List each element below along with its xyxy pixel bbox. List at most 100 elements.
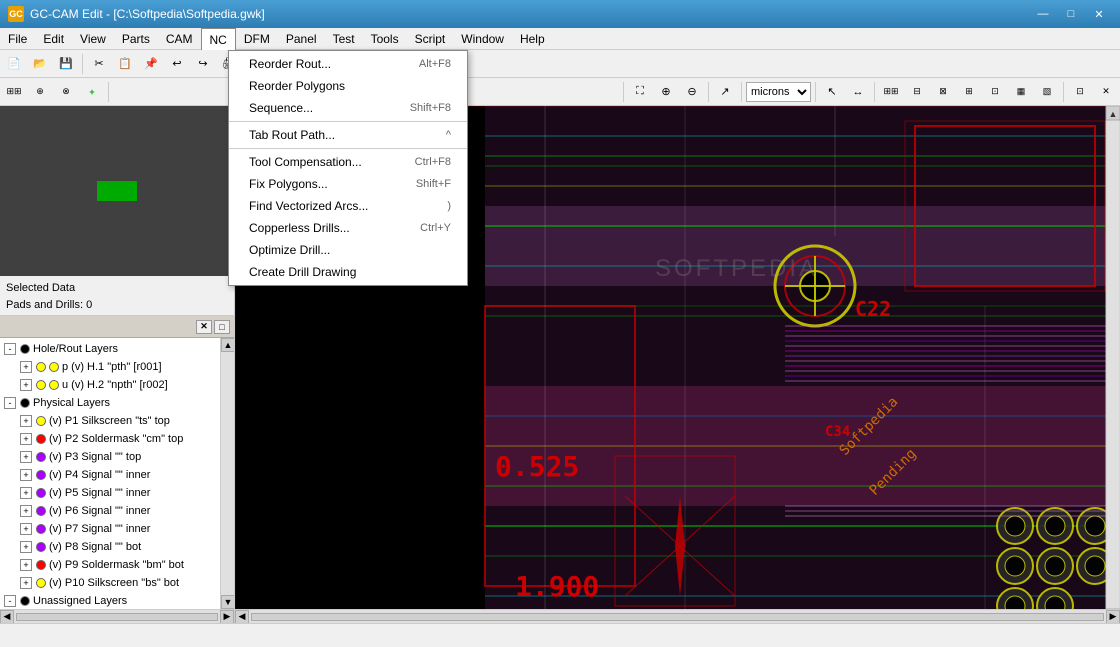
menu-view[interactable]: View xyxy=(72,28,114,50)
tree-expand-btn[interactable]: □ xyxy=(214,320,230,334)
tb2-select[interactable]: ↖ xyxy=(820,81,844,103)
expand-p4[interactable]: + xyxy=(20,469,32,481)
nc-reorder-polygons[interactable]: Reorder Polygons xyxy=(229,75,467,97)
expand-pth[interactable]: + xyxy=(20,361,32,373)
toolbar-copy[interactable]: 📋 xyxy=(113,53,137,75)
scroll-right-btn[interactable]: ▶ xyxy=(1106,610,1120,624)
menu-dfm[interactable]: DFM xyxy=(236,28,278,50)
menu-test[interactable]: Test xyxy=(325,28,363,50)
expand-p7[interactable]: + xyxy=(20,523,32,535)
tree-scroll-down[interactable]: ▼ xyxy=(221,595,234,609)
menu-file[interactable]: File xyxy=(0,28,35,50)
nc-sequence[interactable]: Sequence... Shift+F8 xyxy=(229,97,467,119)
unassigned-group[interactable]: - Unassigned Layers xyxy=(0,592,234,609)
tb2-grid7[interactable]: ▧ xyxy=(1035,81,1059,103)
toolbar-open[interactable]: 📂 xyxy=(28,53,52,75)
nc-reorder-rout[interactable]: Reorder Rout... Alt+F8 xyxy=(229,53,467,75)
menu-window[interactable]: Window xyxy=(453,28,512,50)
layer-p10[interactable]: + (v) P10 Silkscreen "bs" bot xyxy=(0,574,234,592)
toolbar-new[interactable]: 📄 xyxy=(2,53,26,75)
expand-p5[interactable]: + xyxy=(20,487,32,499)
tree-v-scrollbar[interactable]: ▲ ▼ xyxy=(220,338,234,609)
nc-tab-rout-path[interactable]: Tab Rout Path... ^ xyxy=(229,124,467,146)
layer-p6[interactable]: + (v) P6 Signal "" inner xyxy=(0,502,234,520)
tb2-zoom-extend[interactable]: ⛶ xyxy=(628,81,652,103)
expand-p1[interactable]: + xyxy=(20,415,32,427)
layer-p5[interactable]: + (v) P5 Signal "" inner xyxy=(0,484,234,502)
tb2-grid5[interactable]: ⊡ xyxy=(983,81,1007,103)
nc-find-vectorized-arcs[interactable]: Find Vectorized Arcs... ) xyxy=(229,195,467,217)
menu-edit[interactable]: Edit xyxy=(35,28,72,50)
h-scrollbar[interactable]: ◀ ▶ xyxy=(235,609,1120,623)
expand-unassigned[interactable]: - xyxy=(4,595,16,607)
layer-p1[interactable]: + (v) P1 Silkscreen "ts" top xyxy=(0,412,234,430)
tb2-btn1[interactable]: ⊞⊞ xyxy=(2,81,26,103)
toolbar-2: ⊞⊞ ⊕ ⊗ + ⛶ ⊕ ⊖ ↗ microns mm mils inches … xyxy=(0,78,1120,106)
tree-close-btn[interactable]: ✕ xyxy=(196,320,212,334)
menu-parts[interactable]: Parts xyxy=(114,28,158,50)
tb2-grid4[interactable]: ⊞ xyxy=(957,81,981,103)
layer-npth[interactable]: + u (v) H.2 "npth" [r002] xyxy=(0,376,234,394)
tb2-zoom-in[interactable]: ⊕ xyxy=(654,81,678,103)
tb2-zoom-out[interactable]: ⊖ xyxy=(680,81,704,103)
physical-group[interactable]: - Physical Layers xyxy=(0,394,234,412)
tb2-btn-x[interactable]: ✕ xyxy=(1094,81,1118,103)
layer-p9[interactable]: + (v) P9 Soldermask "bm" bot xyxy=(0,556,234,574)
tb2-add-layer[interactable]: + xyxy=(80,81,104,103)
expand-physical[interactable]: - xyxy=(4,397,16,409)
tb2-grid2[interactable]: ⊟ xyxy=(905,81,929,103)
expand-npth[interactable]: + xyxy=(20,379,32,391)
layer-pth[interactable]: + p (v) H.1 "pth" [r001] xyxy=(0,358,234,376)
toolbar-undo[interactable]: ↩ xyxy=(165,53,189,75)
tb2-snap[interactable]: ↗ xyxy=(713,81,737,103)
hole-rout-group[interactable]: - Hole/Rout Layers xyxy=(0,340,234,358)
layer-p8[interactable]: + (v) P8 Signal "" bot xyxy=(0,538,234,556)
nc-fix-polygons[interactable]: Fix Polygons... Shift+F xyxy=(229,173,467,195)
layer-p2[interactable]: + (v) P2 Soldermask "cm" top xyxy=(0,430,234,448)
menu-help[interactable]: Help xyxy=(512,28,553,50)
expand-p8[interactable]: + xyxy=(20,541,32,553)
scroll-track[interactable] xyxy=(251,613,1104,621)
nc-optimize-drill[interactable]: Optimize Drill... xyxy=(229,239,467,261)
unassigned-group-icon xyxy=(20,596,30,606)
tb2-btn3[interactable]: ⊗ xyxy=(54,81,78,103)
tb2-btn2[interactable]: ⊕ xyxy=(28,81,52,103)
expand-p3[interactable]: + xyxy=(20,451,32,463)
toolbar-cut[interactable]: ✂ xyxy=(87,53,111,75)
expand-p2[interactable]: + xyxy=(20,433,32,445)
tb2-grid1[interactable]: ⊞⊞ xyxy=(879,81,903,103)
expand-p10[interactable]: + xyxy=(20,577,32,589)
toolbar-paste[interactable]: 📌 xyxy=(139,53,163,75)
tb2-grid6[interactable]: ▦ xyxy=(1009,81,1033,103)
menu-nc[interactable]: NC xyxy=(201,28,236,50)
tb2-move[interactable]: ↔ xyxy=(846,81,870,103)
minimize-button[interactable]: — xyxy=(1030,4,1056,24)
expand-p9[interactable]: + xyxy=(20,559,32,571)
scroll-left-btn[interactable]: ◀ xyxy=(235,610,249,624)
tree-scroll-track[interactable] xyxy=(16,613,218,621)
nc-copperless-drills[interactable]: Copperless Drills... Ctrl+Y xyxy=(229,217,467,239)
expand-p6[interactable]: + xyxy=(20,505,32,517)
tree-scroll-left[interactable]: ◀ xyxy=(0,610,14,624)
maximize-button[interactable]: □ xyxy=(1058,4,1084,24)
toolbar-save[interactable]: 💾 xyxy=(54,53,78,75)
nc-tool-compensation[interactable]: Tool Compensation... Ctrl+F8 xyxy=(229,151,467,173)
tree-h-scrollbar[interactable]: ◀ ▶ xyxy=(0,609,234,623)
expand-hole[interactable]: - xyxy=(4,343,16,355)
menu-cam[interactable]: CAM xyxy=(158,28,201,50)
layer-p3[interactable]: + (v) P3 Signal "" top xyxy=(0,448,234,466)
tb2-grid3[interactable]: ⊠ xyxy=(931,81,955,103)
menu-panel[interactable]: Panel xyxy=(278,28,325,50)
tree-scroll-right[interactable]: ▶ xyxy=(220,610,234,624)
close-button[interactable]: ✕ xyxy=(1086,4,1112,24)
layer-p7[interactable]: + (v) P7 Signal "" inner xyxy=(0,520,234,538)
menu-script[interactable]: Script xyxy=(407,28,454,50)
tb2-select2[interactable]: ⊡ xyxy=(1068,81,1092,103)
npth-label: u (v) H.2 "npth" [r002] xyxy=(62,379,168,391)
layer-p4[interactable]: + (v) P4 Signal "" inner xyxy=(0,466,234,484)
units-select[interactable]: microns mm mils inches xyxy=(746,82,811,102)
toolbar-redo[interactable]: ↪ xyxy=(191,53,215,75)
menu-tools[interactable]: Tools xyxy=(363,28,407,50)
nc-create-drill-drawing[interactable]: Create Drill Drawing xyxy=(229,261,467,283)
tree-scroll-up[interactable]: ▲ xyxy=(221,338,234,352)
